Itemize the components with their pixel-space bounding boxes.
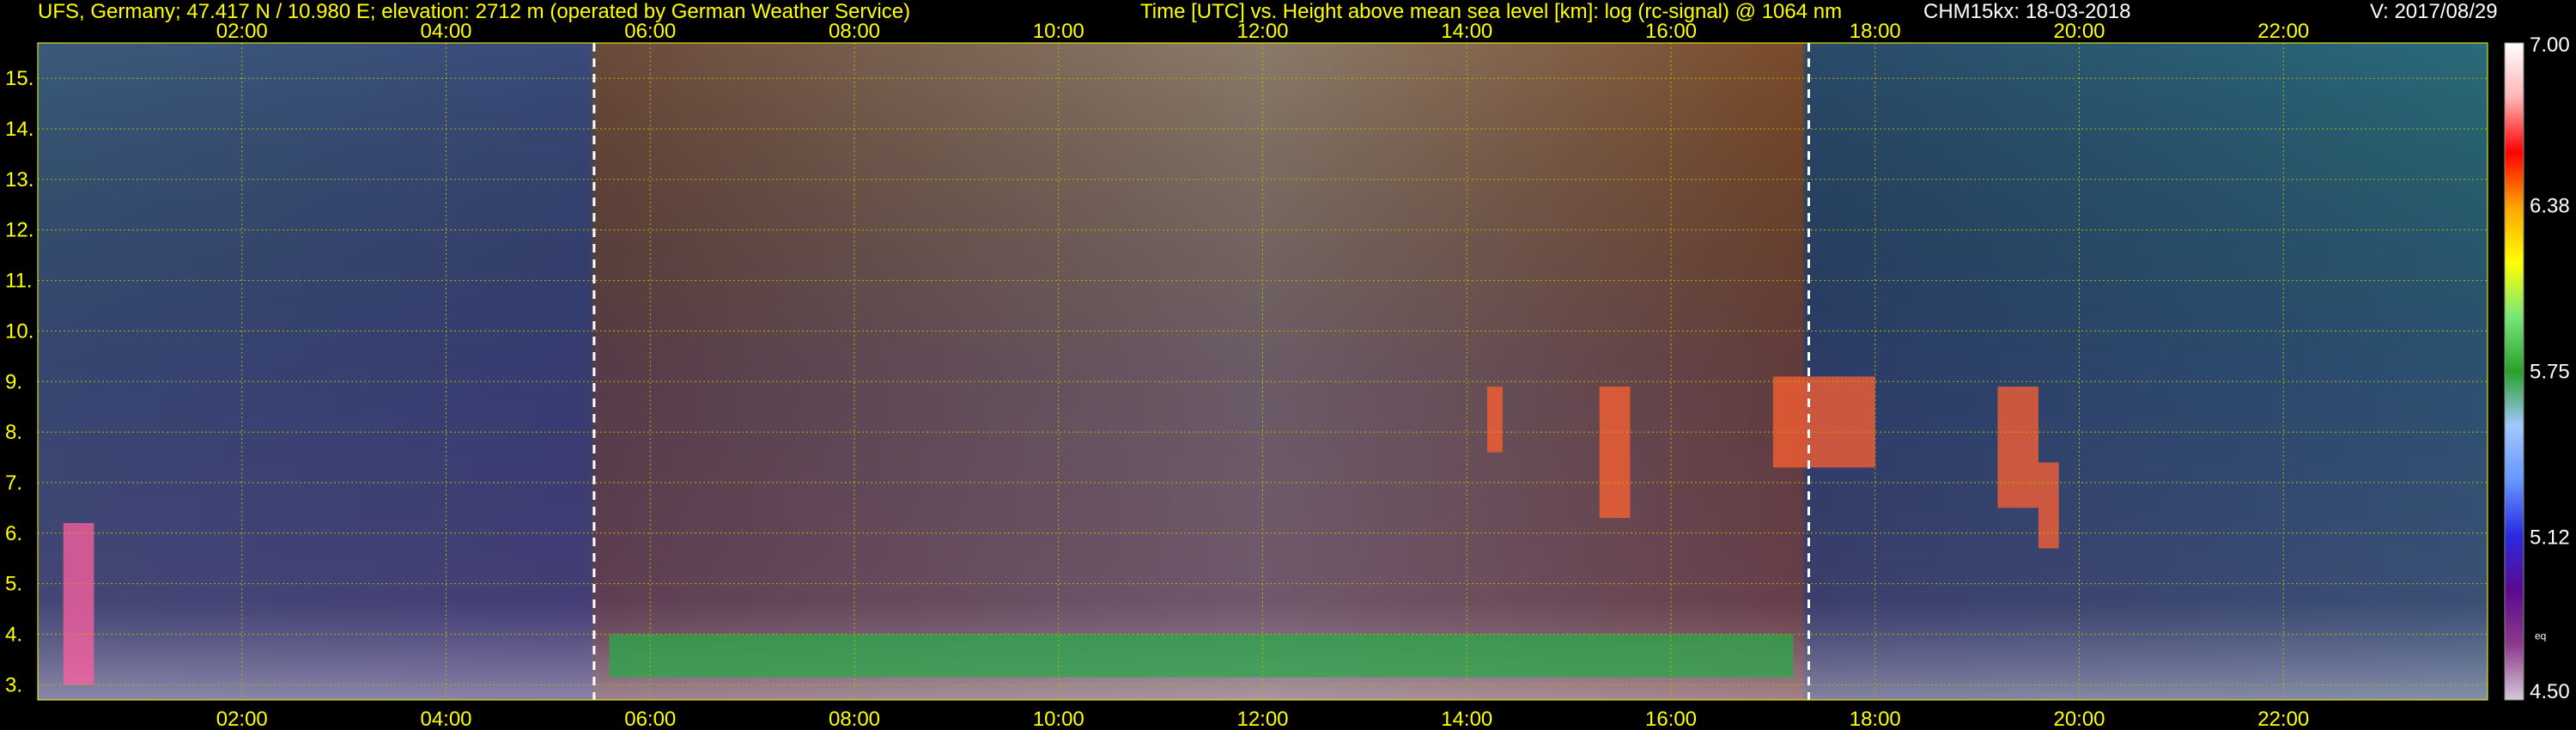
x-tick-label-bottom: 12:00 bbox=[1236, 708, 1288, 730]
x-tick-label-top: 06:00 bbox=[624, 20, 676, 43]
x-tick-label-bottom: 14:00 bbox=[1441, 708, 1492, 730]
x-tick-label-bottom: 08:00 bbox=[829, 708, 880, 730]
cirrus-feature bbox=[1997, 386, 2038, 508]
colorbar-small-label: eq bbox=[2535, 630, 2546, 642]
x-tick-label-top: 14:00 bbox=[1441, 20, 1492, 43]
y-tick-label: 12. bbox=[5, 219, 33, 242]
lidar-chart: 02:00 02:00 04:00 04:00 06:00 06:00 08:00 08:00… bbox=[5, 20, 2570, 730]
cirrus-feature bbox=[2038, 462, 2059, 549]
colorbar-label: 5.12 bbox=[2530, 526, 2570, 549]
y-tick-label: 8. bbox=[5, 421, 22, 444]
cirrus-feature bbox=[1772, 376, 1875, 468]
low-cloud-feature bbox=[63, 523, 94, 685]
x-tick-label-bottom: 10:00 bbox=[1033, 708, 1084, 730]
x-tick-label-bottom: 06:00 bbox=[624, 708, 676, 730]
x-tick-label-bottom: 22:00 bbox=[2257, 708, 2309, 730]
x-tick-label-bottom: 18:00 bbox=[1850, 708, 1901, 730]
y-tick-label: 14. bbox=[5, 118, 33, 141]
colorbar-label: 7.00 bbox=[2530, 33, 2570, 57]
aerosol-boundary-layer-feature bbox=[609, 634, 1794, 678]
x-tick-label-bottom: 16:00 bbox=[1645, 708, 1697, 730]
x-tick-label-top: 10:00 bbox=[1033, 20, 1084, 43]
x-tick-label-bottom: 20:00 bbox=[2053, 708, 2105, 730]
x-tick-label-bottom: 02:00 bbox=[216, 708, 268, 730]
colorbar-label: 5.75 bbox=[2530, 361, 2570, 384]
y-tick-label: 15. bbox=[5, 67, 33, 90]
y-tick-label: 10. bbox=[5, 319, 33, 343]
x-tick-label-top: 22:00 bbox=[2257, 20, 2309, 43]
x-tick-label-top: 20:00 bbox=[2053, 20, 2105, 43]
y-tick-label: 7. bbox=[5, 471, 22, 495]
cirrus-feature bbox=[1599, 386, 1631, 519]
colorbar-label: 4.50 bbox=[2530, 680, 2570, 703]
colorbar: 7.00 6.38 5.75 5.12 4.50 eq bbox=[2504, 33, 2570, 703]
x-tick-label-top: 02:00 bbox=[216, 20, 268, 43]
y-tick-label: 5. bbox=[5, 573, 22, 596]
x-tick-label-top: 08:00 bbox=[829, 20, 880, 43]
x-tick-label-top: 04:00 bbox=[420, 20, 471, 43]
x-tick-label-top: 18:00 bbox=[1850, 20, 1901, 43]
colorbar-label: 6.38 bbox=[2530, 195, 2570, 218]
y-tick-label: 3. bbox=[5, 673, 22, 697]
y-tick-label: 13. bbox=[5, 168, 33, 192]
cirrus-feature bbox=[1487, 386, 1503, 453]
x-tick-label-bottom: 04:00 bbox=[420, 708, 471, 730]
y-tick-label: 9. bbox=[5, 370, 22, 393]
x-tick-label-top: 12:00 bbox=[1236, 20, 1288, 43]
y-tick-label: 6. bbox=[5, 522, 22, 545]
x-tick-label-top: 16:00 bbox=[1645, 20, 1697, 43]
y-tick-label: 11. bbox=[5, 270, 33, 293]
colorbar-scale bbox=[2504, 42, 2524, 701]
y-tick-label: 4. bbox=[5, 624, 22, 647]
